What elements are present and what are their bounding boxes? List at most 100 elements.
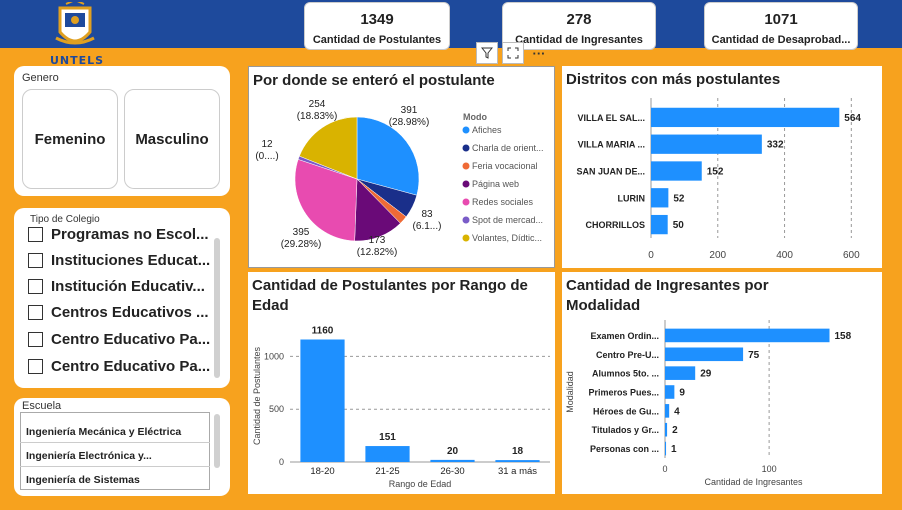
data-label: 1160 <box>312 326 334 337</box>
data-label: 1 <box>671 444 677 455</box>
kpi-label: Cantidad de Desaprobad... <box>711 34 851 46</box>
bar-chart-svg[interactable]: 0 100 Examen Ordin... 158 Centro Pre-U... 75 A… <box>562 272 882 494</box>
legend-label: Feria vocacional <box>472 161 538 171</box>
axis-title: Cantidad de Postulantes <box>252 346 262 445</box>
tick-label: 400 <box>776 250 793 261</box>
legend-label: Charla de orient... <box>472 143 544 153</box>
bar[interactable] <box>430 459 475 462</box>
pie-chart-modo: Por donde se enteró el postulante 391 (28… <box>248 66 555 268</box>
filter-icon[interactable] <box>476 42 498 64</box>
legend-label: Volantes, Dídtic... <box>472 233 542 243</box>
escuela-option[interactable]: Ingeniería Mecánica y Eléctrica <box>20 421 210 443</box>
data-label: 18 <box>512 446 524 457</box>
genero-option-femenino[interactable]: Femenino <box>22 89 118 189</box>
bar[interactable] <box>651 161 702 181</box>
bar[interactable] <box>665 385 675 399</box>
kpi-label: Cantidad de Postulantes <box>312 34 442 46</box>
legend-marker <box>462 180 470 188</box>
category-label: Examen Ordin... <box>590 331 659 341</box>
category-label: Centro Pre-U... <box>596 350 659 360</box>
data-label: 9 <box>679 388 685 399</box>
data-label: 158 <box>835 331 852 342</box>
legend-marker <box>462 198 470 206</box>
category-label: Personas con ... <box>590 444 659 454</box>
data-label: 20 <box>447 446 459 457</box>
bar[interactable] <box>300 339 345 462</box>
data-label: 332 <box>767 140 784 151</box>
tick-label: 100 <box>762 464 777 474</box>
data-label: (29.28%) <box>281 239 322 250</box>
legend-marker <box>462 216 470 224</box>
kpi-value: 278 <box>566 11 592 28</box>
tick-label: 500 <box>269 404 284 414</box>
tipo-colegio-option[interactable]: Centro Educativo Pa... <box>28 329 210 349</box>
more-options-icon[interactable]: ··· <box>528 42 550 64</box>
data-label: (18.83%) <box>297 111 338 122</box>
tick-label: 1000 <box>264 351 284 361</box>
legend-marker <box>462 126 470 134</box>
legend-label: Afiches <box>472 125 502 135</box>
checkbox[interactable] <box>28 226 43 242</box>
tipo-colegio-option[interactable]: Centro Educativo Pa... <box>28 356 210 376</box>
data-label: 83 <box>421 209 433 220</box>
tick-label: 0 <box>662 464 667 474</box>
bar[interactable] <box>665 366 696 380</box>
bar[interactable] <box>495 460 540 462</box>
checkbox[interactable] <box>28 358 43 374</box>
bar[interactable] <box>651 188 669 208</box>
tipo-colegio-option[interactable]: Programas no Escol... <box>28 224 209 244</box>
axis-title: Cantidad de Ingresantes <box>704 477 803 487</box>
data-label: 75 <box>748 350 760 361</box>
scrollbar[interactable] <box>214 414 220 468</box>
tipo-colegio-option[interactable]: Institución Educativ... <box>28 276 205 296</box>
data-label: 395 <box>293 227 310 238</box>
data-label: 4 <box>674 406 680 417</box>
bar[interactable] <box>365 446 410 462</box>
bar[interactable] <box>651 107 840 128</box>
bar[interactable] <box>665 441 667 456</box>
legend-label: Página web <box>472 179 519 189</box>
genero-option-masculino[interactable]: Masculino <box>124 89 220 189</box>
bar[interactable] <box>665 347 744 362</box>
category-label: VILLA EL SAL... <box>577 113 645 123</box>
data-label: 173 <box>369 235 386 246</box>
data-label: 29 <box>700 369 712 380</box>
escuela-option[interactable]: Ingeniería de Sistemas <box>20 469 210 491</box>
kpi-card-postulantes[interactable]: 1349 Cantidad de Postulantes <box>304 2 450 50</box>
data-label: (6.1...) <box>413 221 442 232</box>
category-label: 26-30 <box>440 466 464 477</box>
bar-chart-modalidad: Cantidad de Ingresantes por Modalidad 01… <box>562 272 882 494</box>
tick-label: 200 <box>709 250 726 261</box>
bar-chart-svg[interactable]: 0 200 400 600 VILLA EL SAL... 564 VILLA MARIA … <box>562 66 882 268</box>
kpi-value: 1349 <box>360 11 394 28</box>
tipo-colegio-option[interactable]: Instituciones Educat... <box>28 250 210 270</box>
data-label: 564 <box>844 113 861 124</box>
bar[interactable] <box>665 328 830 343</box>
data-label: 2 <box>672 425 678 436</box>
checkbox[interactable] <box>28 331 43 347</box>
genero-slicer: Genero Femenino Masculino <box>14 66 230 196</box>
legend-marker <box>462 234 470 242</box>
visual-header-toolbar: ··· <box>476 42 550 64</box>
kpi-value: 1071 <box>764 11 798 28</box>
tick-label: 0 <box>279 457 284 467</box>
scrollbar[interactable] <box>214 238 220 378</box>
category-label: Alumnos 5to. ... <box>592 369 659 379</box>
tipo-colegio-option[interactable]: Centros Educativos ... <box>28 302 209 322</box>
focus-mode-icon[interactable] <box>502 42 524 64</box>
category-label: 18-20 <box>310 466 334 477</box>
pie-chart-svg[interactable]: 391(28.98%) 83(6.1...) 173(12.82%) 395(29.2… <box>249 67 554 267</box>
category-label: Primeros Pues... <box>588 388 659 398</box>
bar[interactable] <box>651 134 762 154</box>
bar[interactable] <box>665 422 668 437</box>
data-label: 50 <box>673 220 685 231</box>
checkbox[interactable] <box>28 278 43 294</box>
checkbox[interactable] <box>28 252 43 268</box>
bar[interactable] <box>651 214 668 235</box>
data-label: (0....) <box>255 151 278 162</box>
bar-chart-svg[interactable]: 0 500 1000 1160 18-20 151 21-25 20 26-30 18 31 a m… <box>248 272 555 494</box>
checkbox[interactable] <box>28 304 43 320</box>
bar[interactable] <box>665 404 670 418</box>
kpi-card-desaprobados[interactable]: 1071 Cantidad de Desaprobad... <box>704 2 858 50</box>
escuela-option[interactable]: Ingeniería Electrónica y... <box>20 445 210 467</box>
